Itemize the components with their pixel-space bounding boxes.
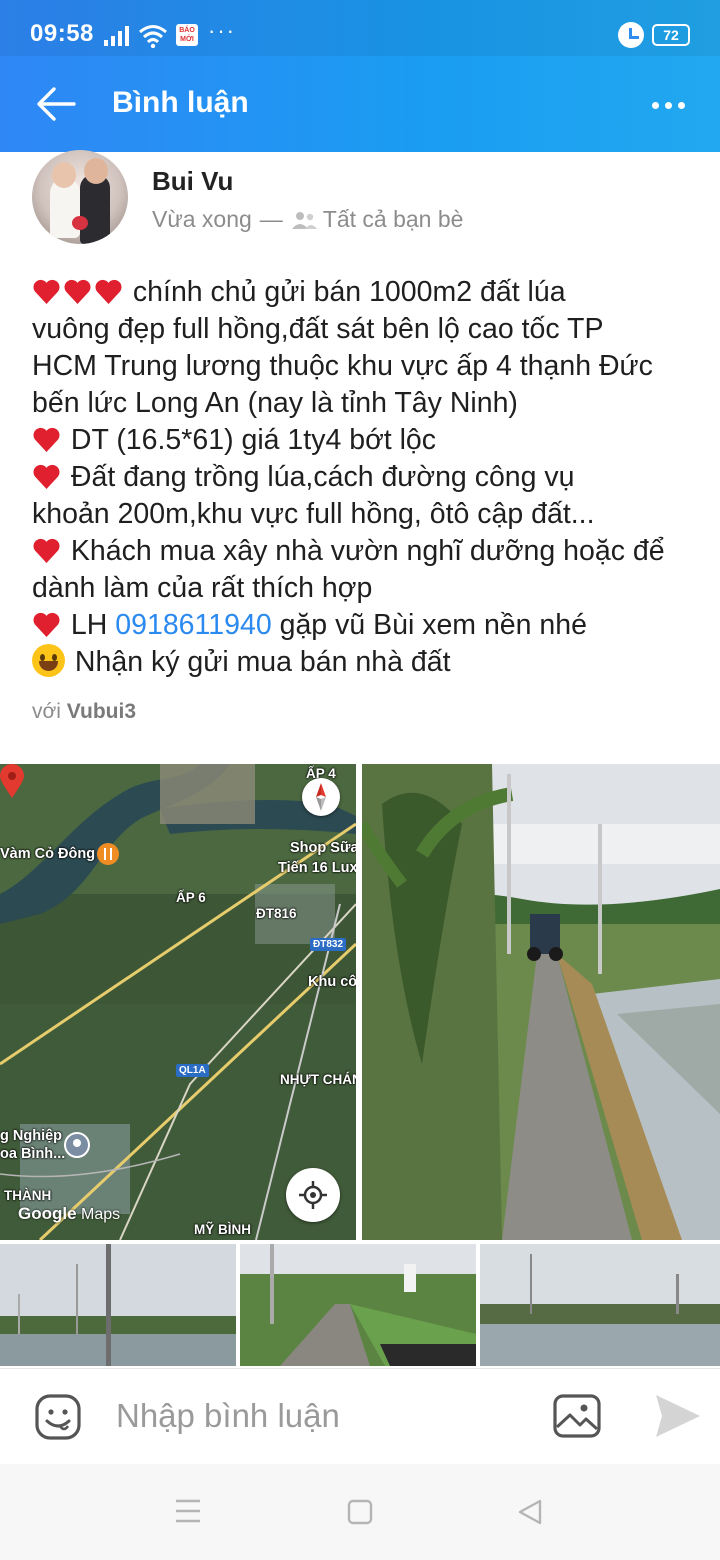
content-line: Đất đang trồng lúa,cách đường công vụ — [32, 459, 692, 496]
map-label: Shop Sữa — [290, 840, 356, 856]
content-line: LH 0918611940 gặp vũ Bùi xem nền nhé — [32, 607, 692, 644]
send-icon[interactable] — [654, 1393, 702, 1439]
meta-separator: — — [259, 206, 283, 232]
map-pin-icon — [0, 764, 24, 798]
grinning-face-icon — [32, 644, 65, 677]
post-meta: Vừa xong — Tất cả bạn bè — [152, 206, 463, 233]
more-options-icon[interactable] — [652, 96, 692, 112]
heart-icon — [33, 427, 60, 453]
map-label: MỸ BÌNH — [194, 1222, 251, 1237]
road-badge: ĐT832 — [310, 938, 347, 951]
alarm-icon — [618, 22, 644, 48]
author-name[interactable]: Bui Vu — [152, 166, 233, 197]
content-line: Nhận ký gửi mua bán nhà đất — [32, 644, 692, 681]
photo-field-path[interactable] — [362, 764, 720, 1240]
map-image[interactable]: ẤP 4 Vàm Cỏ Đông Shop Sữa Tiến 16 Lux ẤP… — [0, 764, 356, 1240]
phone-link[interactable]: 0918611940 — [115, 609, 271, 641]
top-bar: 09:58 BÁO MỚI ··· 72 Bình luận — [0, 0, 720, 152]
friends-icon — [291, 211, 317, 229]
content-line: DT (16.5*61) giá 1ty4 bớt lộc — [32, 422, 692, 459]
heart-icon — [33, 464, 60, 490]
image-gallery-icon[interactable] — [552, 1393, 602, 1439]
map-label: ĐT816 — [256, 906, 297, 921]
page-title: Bình luận — [112, 86, 249, 119]
back-arrow-icon[interactable] — [34, 84, 78, 124]
content-line: khoản 200m,khu vực full hồng, ôtô cập đấ… — [32, 498, 595, 530]
map-label: NHỰT CHÁNH — [280, 1072, 356, 1087]
status-overflow: ··· — [208, 18, 236, 43]
comment-input[interactable]: Nhập bình luận — [116, 1397, 340, 1435]
system-nav-bar — [0, 1464, 720, 1560]
map-label: Tiến 16 Lux — [278, 860, 356, 876]
photo-thumbnail[interactable] — [240, 1244, 476, 1366]
avatar[interactable] — [32, 150, 128, 244]
post-audience: Tất cả bạn bè — [322, 206, 464, 232]
heart-icon — [33, 538, 60, 564]
back-icon[interactable] — [516, 1498, 544, 1526]
tagged-user-link[interactable]: Vubui3 — [67, 700, 136, 723]
status-bar: 09:58 BÁO MỚI ··· 72 — [0, 0, 720, 56]
signal-icon — [104, 26, 129, 46]
photo-thumbnail[interactable] — [480, 1244, 720, 1366]
comment-bar: Nhập bình luận — [0, 1368, 720, 1464]
sticker-icon[interactable] — [34, 1393, 82, 1441]
battery-icon: 72 — [652, 24, 690, 46]
app-header: Bình luận — [0, 56, 720, 152]
content-line: chính chủ gửi bán 1000m2 đất lúa — [32, 274, 692, 311]
content-line: bến lức Long An (nay là tỉnh Tây Ninh) — [32, 387, 518, 419]
my-location-icon[interactable] — [286, 1168, 340, 1222]
map-label: THÀNH — [4, 1188, 52, 1203]
news-badge-icon: BÁO MỚI — [176, 24, 198, 46]
home-icon[interactable] — [346, 1498, 374, 1526]
status-time: 09:58 — [30, 20, 94, 47]
heart-icon — [33, 279, 60, 305]
content-line: dành làm của rất thích hợp — [32, 572, 373, 604]
tagged-users: với Vubui3 — [32, 700, 137, 723]
photo-thumbnail[interactable] — [0, 1244, 236, 1366]
post-time: Vừa xong — [152, 206, 252, 232]
wifi-icon — [139, 25, 167, 48]
restaurant-icon — [97, 843, 119, 865]
heart-icon — [33, 612, 60, 638]
map-label: Vàm Cỏ Đông — [0, 846, 96, 862]
map-label: Khu cô — [308, 974, 356, 990]
recent-apps-icon[interactable] — [174, 1498, 202, 1524]
map-label: ẤP 6 — [176, 890, 206, 905]
google-maps-logo: Google Maps — [18, 1204, 121, 1223]
content-line: Khách mua xây nhà vườn nghĩ dưỡng hoặc đ… — [32, 533, 692, 570]
compass-icon[interactable] — [302, 778, 340, 816]
map-label: oa Bình... — [0, 1146, 66, 1162]
place-icon — [64, 1132, 90, 1158]
heart-icon — [95, 279, 122, 305]
heart-icon — [64, 279, 91, 305]
content-line: vuông đẹp full hồng,đất sát bên lộ cao t… — [32, 313, 604, 345]
post-content: chính chủ gửi bán 1000m2 đất lúa vuông đ… — [32, 274, 692, 681]
content-line: HCM Trung lương thuộc khu vực ấp 4 thạnh… — [32, 350, 653, 382]
map-label: g Nghiệp — [0, 1128, 63, 1144]
road-badge: QL1A — [176, 1064, 209, 1077]
